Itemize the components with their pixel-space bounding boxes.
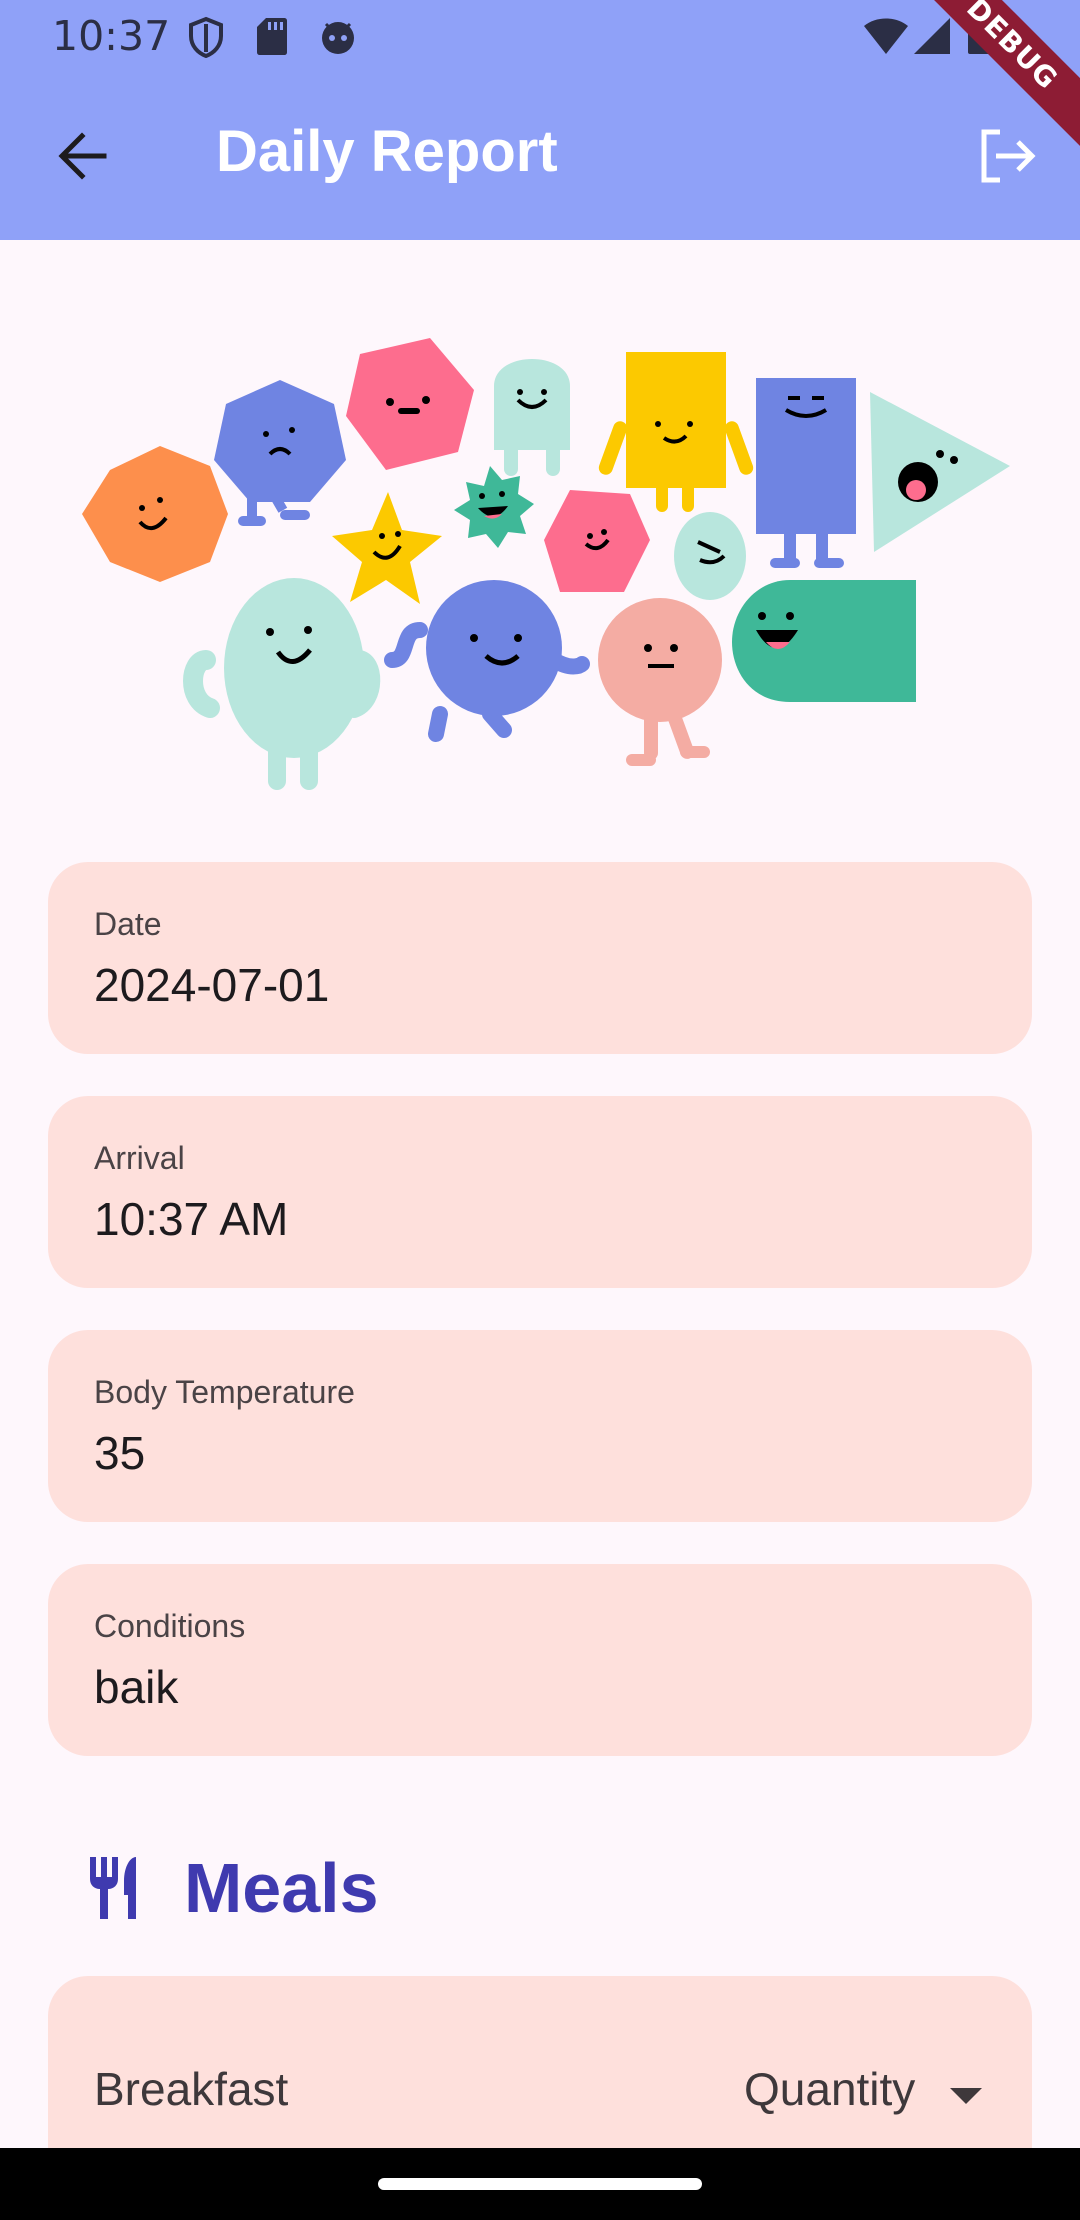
arrival-field-label: Arrival xyxy=(94,1140,185,1176)
conditions-field-label: Conditions xyxy=(94,1608,246,1644)
shapes-characters-illustration xyxy=(82,338,1010,790)
conditions-field[interactable]: Conditions baik xyxy=(48,1564,1032,1756)
status-time: 10:37 xyxy=(52,12,171,60)
date-field-value: 2024-07-01 xyxy=(94,959,330,1011)
arrival-field-value: 10:37 AM xyxy=(94,1193,289,1245)
cell-signal-icon xyxy=(914,18,950,54)
home-gesture-handle[interactable] xyxy=(378,2178,702,2190)
meals-section-header: Meals xyxy=(86,1848,379,1928)
logout-icon xyxy=(981,129,1036,183)
body-temperature-field-label: Body Temperature xyxy=(94,1374,355,1410)
sd-card-icon xyxy=(257,18,287,55)
breakfast-quantity-dropdown[interactable]: Quantity xyxy=(744,2062,915,2116)
logout-button[interactable] xyxy=(966,114,1050,198)
app-bar: Daily Report xyxy=(0,72,1080,240)
arrow-back-icon xyxy=(58,132,107,180)
restaurant-icon xyxy=(90,1857,136,1919)
page-title: Daily Report xyxy=(216,119,558,184)
status-bar: 10:37 xyxy=(0,0,1080,72)
dropdown-arrow-icon[interactable] xyxy=(950,2088,982,2106)
body-temperature-field[interactable]: Body Temperature 35 xyxy=(48,1330,1032,1522)
date-field-label: Date xyxy=(94,906,162,942)
wifi-icon xyxy=(864,18,908,54)
back-button[interactable] xyxy=(40,114,124,198)
conditions-field-value: baik xyxy=(94,1661,179,1713)
robot-face-icon xyxy=(322,22,354,54)
meals-title: Meals xyxy=(184,1849,379,1927)
shield-icon xyxy=(189,16,223,58)
breakfast-label: Breakfast xyxy=(94,2063,289,2115)
system-navigation-bar xyxy=(0,2148,1080,2220)
arrival-field[interactable]: Arrival 10:37 AM xyxy=(48,1096,1032,1288)
date-field[interactable]: Date 2024-07-01 xyxy=(48,862,1032,1054)
body-temperature-field-value: 35 xyxy=(94,1427,146,1479)
